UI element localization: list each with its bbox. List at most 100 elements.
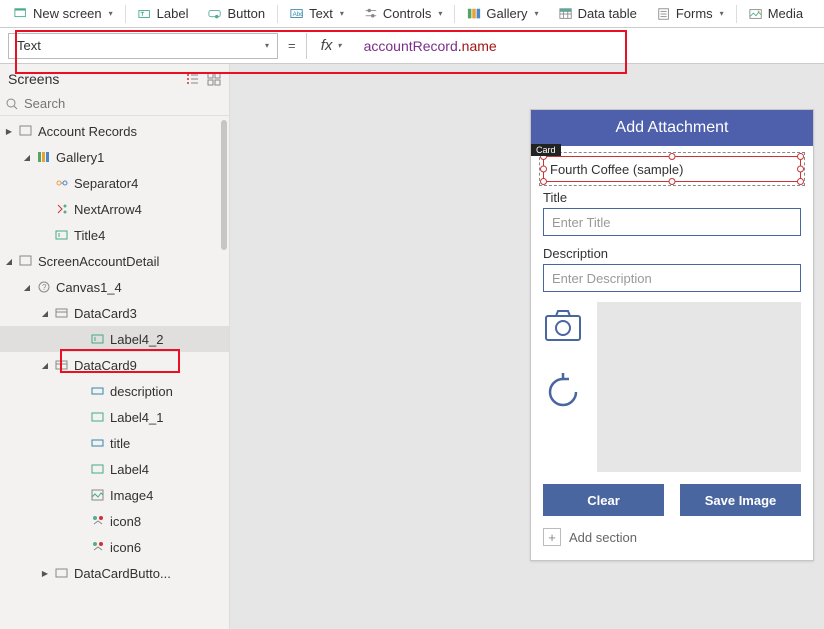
controls-label: Controls	[383, 6, 431, 21]
label-icon	[91, 462, 105, 476]
screen-icon	[19, 254, 33, 268]
tree-label: DataCard9	[74, 358, 137, 373]
tree-node-screenaccountdetail[interactable]: ◢ ScreenAccountDetail	[0, 248, 229, 274]
fx-button[interactable]: fx ▾	[306, 33, 356, 59]
save-image-button[interactable]: Save Image	[680, 484, 801, 516]
tree-label: Gallery1	[56, 150, 104, 165]
tree-node-canvas1-4[interactable]: ◢ ? Canvas1_4	[0, 274, 229, 300]
tree-node-title4[interactable]: Title4	[0, 222, 229, 248]
text-button[interactable]: Abc Text ▾	[280, 0, 354, 27]
property-name: Text	[17, 38, 41, 53]
icon-icon	[91, 540, 105, 554]
image-placeholder[interactable]	[597, 302, 801, 472]
gallery-button[interactable]: Gallery ▾	[457, 0, 548, 27]
media-button[interactable]: Media	[739, 0, 813, 27]
datacard-icon	[55, 306, 69, 320]
tree-node-description[interactable]: description	[0, 378, 229, 404]
label-icon	[91, 410, 105, 424]
tree-node-icon6[interactable]: icon6	[0, 534, 229, 560]
screens-panel: Screens ▶ Account Records ◢ Gallery1	[0, 64, 230, 629]
toolbar-separator	[454, 5, 455, 23]
datacard-icon	[55, 566, 69, 580]
chevron-down-icon: ▾	[340, 9, 344, 18]
tree-label: ScreenAccountDetail	[38, 254, 159, 269]
tree-node-datacard3[interactable]: ◢ DataCard3	[0, 300, 229, 326]
title-input[interactable]: Enter Title	[543, 208, 801, 236]
tree-node-datacardbutton[interactable]: ▶ DataCardButto...	[0, 560, 229, 586]
tree-node-label4[interactable]: Label4	[0, 456, 229, 482]
caret-icon: ▶	[4, 127, 14, 136]
screen-icon	[19, 124, 33, 138]
forms-label: Forms	[676, 6, 713, 21]
controls-button[interactable]: Controls ▾	[354, 0, 452, 27]
search-input[interactable]	[24, 96, 223, 111]
card-tag: Card	[531, 144, 561, 156]
search-icon	[6, 98, 18, 110]
button-row: Clear Save Image	[543, 484, 801, 516]
resize-handle[interactable]	[797, 153, 804, 160]
label-icon	[91, 332, 105, 346]
resize-handle[interactable]	[669, 153, 676, 160]
tree-node-account-records[interactable]: ▶ Account Records	[0, 118, 229, 144]
grid-view-icon[interactable]	[207, 72, 221, 86]
tree-label: Canvas1_4	[56, 280, 122, 295]
forms-button[interactable]: Forms ▾	[647, 0, 734, 27]
tree-label: title	[110, 436, 130, 451]
label-icon	[55, 228, 69, 242]
chevron-down-icon: ▾	[109, 9, 113, 18]
insert-toolbar: New screen ▾ Label Button Abc Text ▾ Con…	[0, 0, 824, 28]
new-screen-button[interactable]: New screen ▾	[4, 0, 123, 27]
screens-search[interactable]	[0, 94, 229, 116]
tree-node-datacard9[interactable]: ◢ DataCard9	[0, 352, 229, 378]
screens-title: Screens	[8, 71, 59, 87]
clear-button[interactable]: Clear	[543, 484, 664, 516]
canvas-icon: ?	[37, 280, 51, 294]
resize-handle[interactable]	[797, 178, 804, 185]
caret-icon: ◢	[40, 361, 50, 370]
resize-handle[interactable]	[540, 166, 547, 173]
camera-icon[interactable]	[543, 308, 583, 344]
title-field-label: Title	[543, 190, 801, 205]
tree-label: NextArrow4	[74, 202, 142, 217]
tree-node-gallery1[interactable]: ◢ Gallery1	[0, 144, 229, 170]
resize-handle[interactable]	[540, 178, 547, 185]
label-button[interactable]: Label	[128, 0, 199, 27]
tree-label: description	[110, 384, 173, 399]
add-section-button[interactable]: + Add section	[543, 528, 801, 546]
design-canvas[interactable]: Card Add Attachment Fourth Coffee (sampl…	[230, 64, 824, 629]
tree-node-icon8[interactable]: icon8	[0, 508, 229, 534]
tree-label: icon8	[110, 514, 141, 529]
tree-node-title[interactable]: title	[0, 430, 229, 456]
label-label: Label	[157, 6, 189, 21]
equals-sign: =	[278, 38, 306, 53]
datatable-button[interactable]: Data table	[549, 0, 647, 27]
list-view-icon[interactable]	[185, 72, 199, 86]
tree-node-label4-1[interactable]: Label4_1	[0, 404, 229, 430]
resize-handle[interactable]	[669, 178, 676, 185]
tree-node-nextarrow4[interactable]: NextArrow4	[0, 196, 229, 222]
caret-icon: ◢	[22, 153, 32, 162]
media-label: Media	[768, 6, 803, 21]
textinput-icon	[91, 436, 105, 450]
formula-input[interactable]: accountRecord.name	[356, 33, 816, 59]
selected-label-control[interactable]: Fourth Coffee (sample)	[543, 156, 801, 182]
formula-token: accountRecord	[364, 38, 458, 54]
tree-node-label4-2[interactable]: Label4_2	[0, 326, 229, 352]
control-tree: ▶ Account Records ◢ Gallery1 Separator4 …	[0, 116, 229, 629]
description-input[interactable]: Enter Description	[543, 264, 801, 292]
tree-node-separator4[interactable]: Separator4	[0, 170, 229, 196]
resize-handle[interactable]	[797, 166, 804, 173]
datacard-icon	[55, 358, 69, 372]
selected-label-text: Fourth Coffee (sample)	[550, 162, 683, 177]
text-icon: Abc	[290, 7, 304, 21]
reload-icon[interactable]	[543, 372, 583, 412]
button-button[interactable]: Button	[198, 0, 275, 27]
text-label: Text	[309, 6, 333, 21]
gallery-label: Gallery	[486, 6, 527, 21]
tree-node-image4[interactable]: Image4	[0, 482, 229, 508]
plus-icon: +	[543, 528, 561, 546]
property-selector[interactable]: Text ▾	[8, 33, 278, 59]
datatable-label: Data table	[578, 6, 637, 21]
scrollbar[interactable]	[221, 120, 227, 250]
toolbar-separator	[277, 5, 278, 23]
